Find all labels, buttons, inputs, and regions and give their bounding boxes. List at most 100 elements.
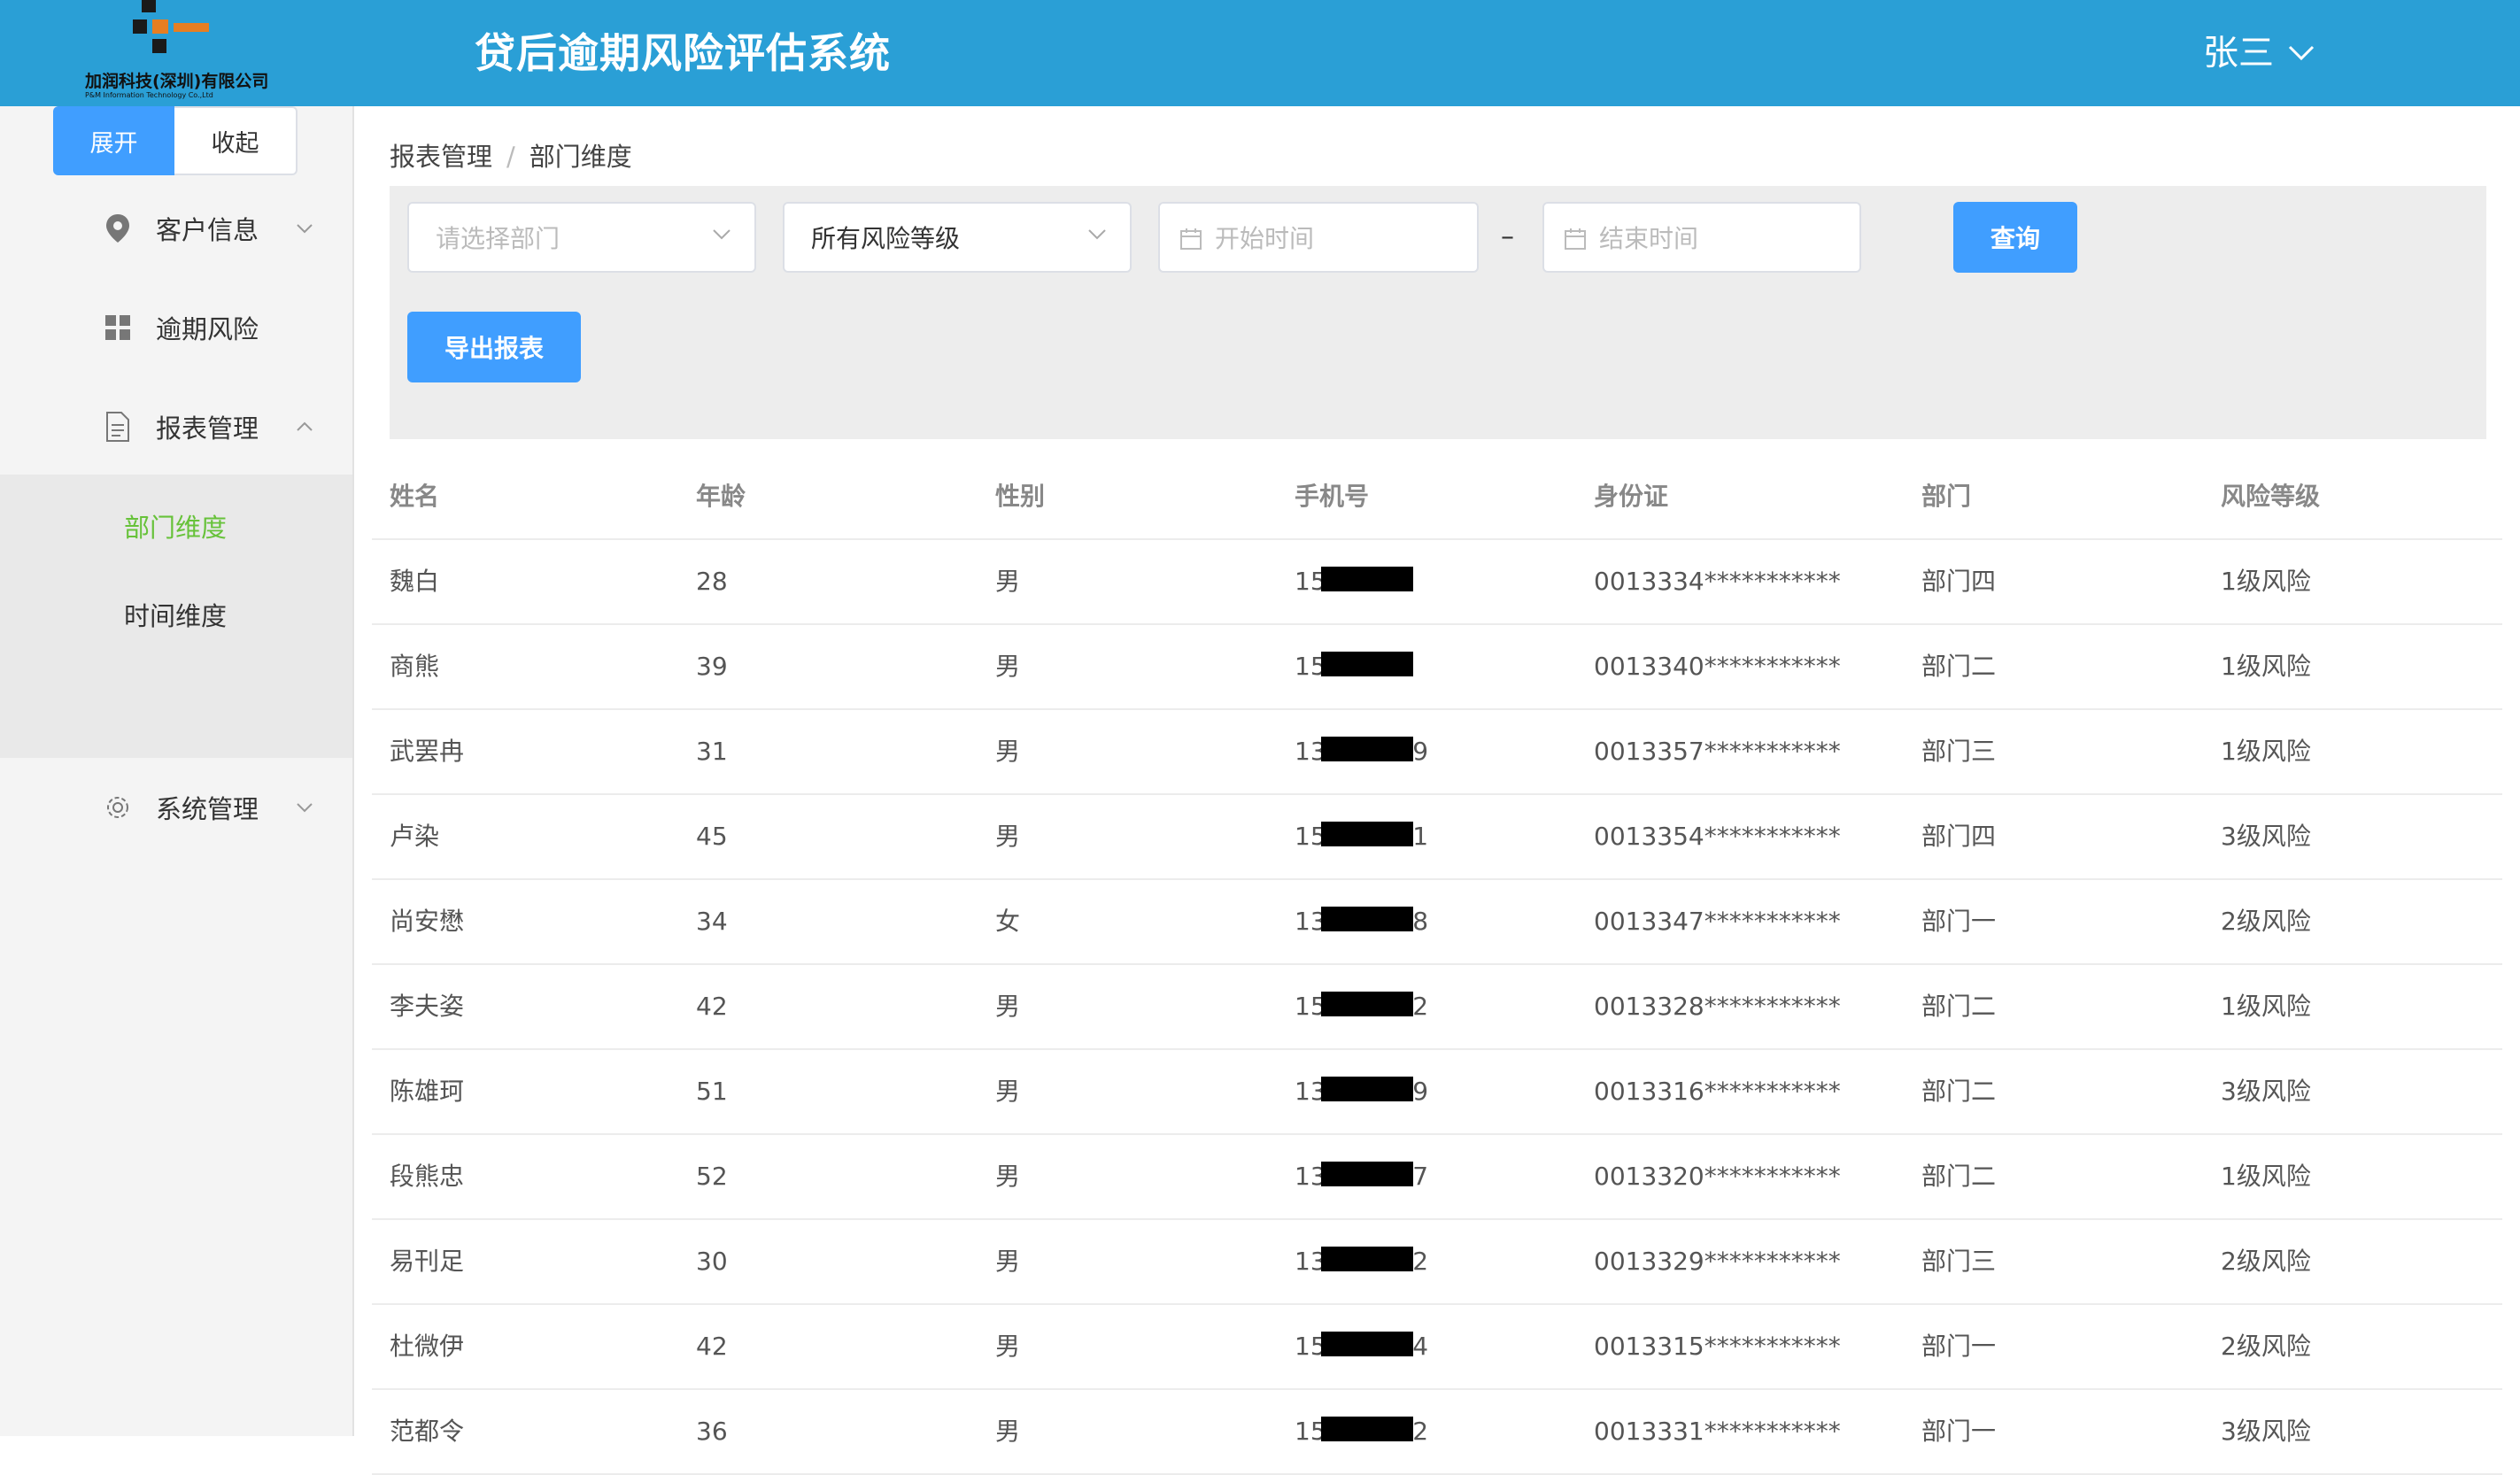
grid-icon bbox=[103, 313, 133, 343]
company-logo[interactable]: 加润科技(深圳)有限公司 P&M Information Technology … bbox=[85, 0, 271, 106]
table-row[interactable]: 段熊忠 52 男 13327 0013320*********** 部门二 1级风险 bbox=[372, 1135, 2502, 1220]
table-row[interactable]: 尚安懋 34 女 13018 0013347*********** 部门一 2级风险 bbox=[372, 880, 2502, 965]
cell-id-card: 0013347*********** bbox=[1594, 907, 1841, 936]
table-row[interactable]: 易刊足 30 男 13332 0013329*********** 部门三 2级风险 bbox=[372, 1220, 2502, 1305]
column-header-gender[interactable]: 性别 bbox=[995, 455, 1045, 538]
column-header-phone[interactable]: 手机号 bbox=[1295, 455, 1369, 538]
sidebar-item-customer-info[interactable]: 客户信息 bbox=[0, 184, 352, 273]
submenu-item-time[interactable]: 时间维度 bbox=[0, 570, 352, 659]
cell-age: 36 bbox=[696, 1417, 728, 1446]
cell-name: 魏白 bbox=[390, 567, 440, 596]
table-row[interactable]: 范都令 36 男 15902 0013331*********** 部门一 3级风险 bbox=[372, 1390, 2502, 1475]
table-row[interactable]: 卢染 45 男 15381 0013354*********** 部门四 3级风险 bbox=[372, 795, 2502, 880]
column-header-id-card[interactable]: 身份证 bbox=[1594, 455, 1668, 538]
cell-age: 52 bbox=[696, 1162, 728, 1191]
user-menu[interactable]: 张三 bbox=[2203, 27, 2315, 80]
department-select[interactable]: 请选择部门 bbox=[407, 202, 756, 273]
chevron-up-icon bbox=[297, 421, 313, 431]
cell-id-card: 0013340*********** bbox=[1594, 652, 1841, 681]
cell-gender: 男 bbox=[995, 1247, 1021, 1276]
redaction-box bbox=[1321, 907, 1413, 931]
submenu: 部门维度 时间维度 bbox=[0, 475, 352, 758]
cell-id-card: 0013357*********** bbox=[1594, 737, 1841, 766]
cell-phone: 13018 bbox=[1295, 880, 1428, 963]
breadcrumb-separator: / bbox=[506, 142, 515, 172]
cell-gender: 男 bbox=[995, 992, 1021, 1021]
cell-name: 商熊 bbox=[390, 652, 440, 681]
cell-age: 51 bbox=[696, 1077, 728, 1106]
table-row[interactable]: 杜微伊 42 男 15364 0013315*********** 部门一 2级风险 bbox=[372, 1305, 2502, 1390]
submenu-item-label: 时间维度 bbox=[124, 601, 228, 631]
cell-name: 易刊足 bbox=[390, 1247, 465, 1276]
cell-age: 42 bbox=[696, 992, 728, 1021]
cell-risk-level: 2级风险 bbox=[2221, 1332, 2311, 1361]
cell-age: 30 bbox=[696, 1247, 728, 1276]
expand-button[interactable]: 展开 bbox=[53, 106, 174, 175]
cell-department: 部门一 bbox=[1921, 1332, 1997, 1361]
cell-phone: 13327 bbox=[1295, 1135, 1428, 1218]
chevron-down-icon bbox=[297, 803, 313, 813]
department-placeholder: 请选择部门 bbox=[436, 224, 560, 253]
cell-gender: 男 bbox=[995, 567, 1021, 596]
breadcrumb: 报表管理 / 部门维度 bbox=[390, 136, 632, 174]
sidebar-toggle-group: 展开 收起 bbox=[53, 106, 298, 175]
column-header-risk-level[interactable]: 风险等级 bbox=[2221, 455, 2320, 538]
cell-phone: 15364 bbox=[1295, 1305, 1428, 1388]
sidebar: 展开 收起 客户信息 逾期风险 报表管理 部门维度 时间维度 系统管理 bbox=[0, 106, 354, 1436]
sidebar-item-report-management[interactable]: 报表管理 bbox=[0, 382, 352, 471]
cell-phone: 13559 bbox=[1295, 1050, 1428, 1133]
cell-gender: 男 bbox=[995, 652, 1021, 681]
risk-level-select[interactable]: 所有风险等级 bbox=[783, 202, 1132, 273]
sidebar-item-overdue-risk[interactable]: 逾期风险 bbox=[0, 283, 352, 372]
sidebar-item-label: 逾期风险 bbox=[156, 314, 259, 344]
table-row[interactable]: 陈雄珂 51 男 13559 0013316*********** 部门二 3级风险 bbox=[372, 1050, 2502, 1135]
cell-age: 39 bbox=[696, 652, 728, 681]
export-report-button[interactable]: 导出报表 bbox=[407, 312, 581, 382]
end-date-placeholder: 结束时间 bbox=[1599, 224, 1699, 253]
company-name: 加润科技(深圳)有限公司 bbox=[85, 72, 269, 91]
cell-age: 31 bbox=[696, 737, 728, 766]
cell-age: 42 bbox=[696, 1332, 728, 1361]
cell-department: 部门三 bbox=[1921, 737, 1997, 766]
end-date-picker[interactable]: 结束时间 bbox=[1542, 202, 1861, 273]
breadcrumb-parent[interactable]: 报表管理 bbox=[390, 142, 492, 172]
cell-name: 陈雄珂 bbox=[390, 1077, 465, 1106]
sidebar-item-system-management[interactable]: 系统管理 bbox=[0, 763, 352, 852]
user-name: 张三 bbox=[2203, 33, 2274, 73]
calendar-icon bbox=[1180, 228, 1202, 250]
redaction-box bbox=[1321, 1077, 1413, 1101]
column-header-age[interactable]: 年龄 bbox=[696, 455, 746, 538]
redaction-box bbox=[1321, 822, 1413, 846]
table-row[interactable]: 魏白 28 男 1515 0013334*********** 部门四 1级风险 bbox=[372, 540, 2502, 625]
table-body: 魏白28男15150013334***********部门四1级风险商熊39男1… bbox=[372, 540, 2502, 1475]
company-subname: P&M Information Technology Co.,Ltd bbox=[85, 91, 213, 99]
cell-id-card: 0013316*********** bbox=[1594, 1077, 1841, 1106]
cell-department: 部门二 bbox=[1921, 652, 1997, 681]
column-header-name[interactable]: 姓名 bbox=[390, 455, 439, 538]
logo-mark bbox=[133, 0, 213, 64]
cell-risk-level: 3级风险 bbox=[2221, 1417, 2311, 1446]
cell-name: 范都令 bbox=[390, 1417, 465, 1446]
cell-age: 28 bbox=[696, 567, 728, 596]
cell-department: 部门一 bbox=[1921, 907, 1997, 936]
cell-department: 部门二 bbox=[1921, 992, 1997, 1021]
submenu-item-department[interactable]: 部门维度 bbox=[0, 482, 352, 570]
cell-risk-level: 1级风险 bbox=[2221, 737, 2311, 766]
risk-level-value: 所有风险等级 bbox=[811, 224, 961, 253]
cell-phone: 13339 bbox=[1295, 710, 1428, 793]
collapse-button[interactable]: 收起 bbox=[174, 106, 298, 175]
column-header-department[interactable]: 部门 bbox=[1921, 455, 1971, 538]
table-row[interactable]: 武罢冉 31 男 13339 0013357*********** 部门三 1级风险 bbox=[372, 710, 2502, 795]
document-icon bbox=[103, 412, 133, 442]
cell-gender: 女 bbox=[995, 907, 1021, 936]
cell-name: 武罢冉 bbox=[390, 737, 465, 766]
table-row[interactable]: 商熊 39 男 1503 0013340*********** 部门二 1级风险 bbox=[372, 625, 2502, 710]
table-row[interactable]: 李夫姿 42 男 15032 0013328*********** 部门二 1级风险 bbox=[372, 965, 2502, 1050]
start-date-picker[interactable]: 开始时间 bbox=[1158, 202, 1479, 273]
chevron-down-icon bbox=[1088, 229, 1106, 240]
query-button[interactable]: 查询 bbox=[1953, 202, 2077, 273]
cell-id-card: 0013315*********** bbox=[1594, 1332, 1841, 1361]
cell-name: 杜微伊 bbox=[390, 1332, 465, 1361]
redaction-box bbox=[1321, 737, 1413, 761]
chevron-down-icon bbox=[2288, 45, 2315, 61]
